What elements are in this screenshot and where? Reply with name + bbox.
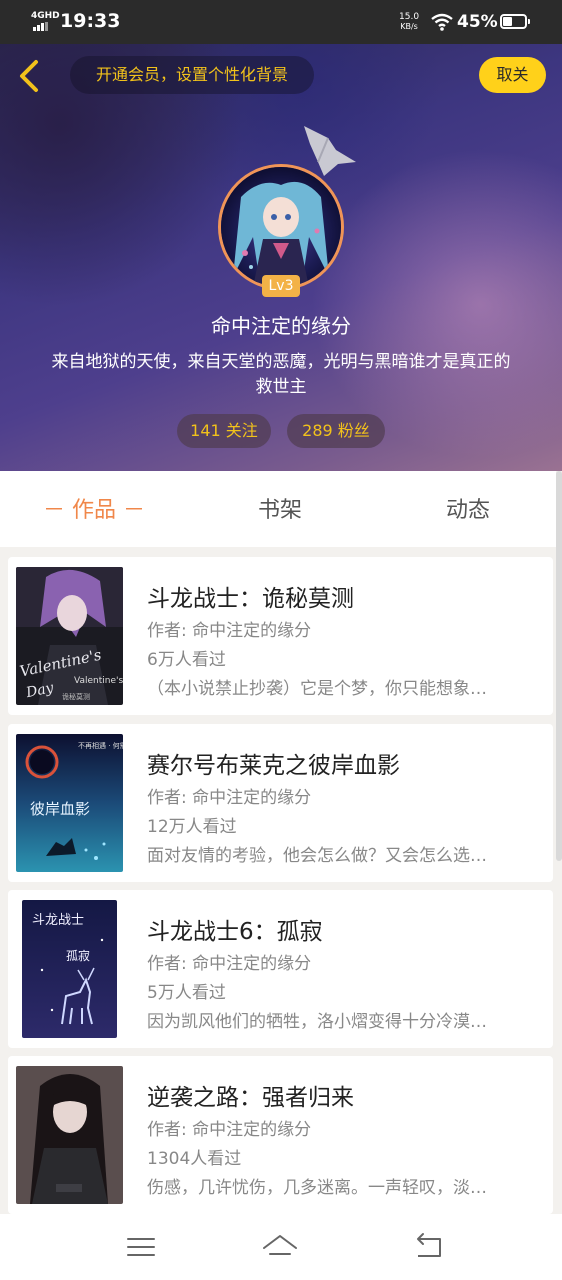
book-views: 6万人看过 [147,650,226,670]
book-title[interactable]: 斗龙战士6：孤寂 [147,912,323,946]
clock: 19:33 [60,10,121,32]
book-card[interactable]: 逆袭之路：强者归来 作者: 命中注定的缘分 1304人看过 伤感，几许忧伤，几多… [8,1056,553,1214]
svg-text:彼岸血影: 彼岸血影 [30,800,90,818]
vip-background-prompt[interactable]: 开通会员，设置个性化背景 [70,56,314,94]
unfollow-button[interactable]: 取关 [479,57,546,93]
book-views: 12万人看过 [147,817,237,837]
chevron-left-icon[interactable] [12,58,48,94]
book-title[interactable]: 斗龙战士：诡秘莫测 [147,579,354,613]
network-type: 4GHD [31,11,60,21]
following-count-button[interactable]: 141 关注 [177,414,271,448]
tab-activity[interactable]: 动态 [408,471,528,547]
user-bio: 来自地狱的天使，来自天堂的恶魔，光明与黑暗谁才是真正的 救世主 [51,352,511,397]
tab-bookshelf[interactable]: 书架 [220,471,340,547]
battery-icon [500,14,530,29]
book-card[interactable]: Valentine's Day Valentine's Day 斗龙战士 诡秘莫… [8,557,553,715]
book-description: （本小说禁止抄袭）它是个梦，你只能想象… [147,679,487,699]
book-cover[interactable]: 彼岸血影 不再相遇 · 何需制表 [16,734,123,872]
scrollbar[interactable] [556,471,562,861]
back-icon[interactable] [410,1230,446,1264]
book-card[interactable]: 斗龙战士 孤寂 斗龙战士6：孤寂 作者: 命中注定的缘分 5万人看过 因为凯风他… [8,890,553,1048]
level-badge: Lv3 [262,275,300,297]
book-title[interactable]: 逆袭之路：强者归来 [147,1078,354,1112]
avatar[interactable] [218,164,344,290]
book-description: 因为凯风他们的牺牲，洛小熠变得十分冷漠… [147,1012,487,1032]
profile-header: 开通会员，设置个性化背景 取关 Lv3 命中注定的缘分 来自地狱的天使，来自天堂… [0,44,562,471]
home-icon[interactable] [262,1230,298,1264]
book-title[interactable]: 赛尔号布莱克之彼岸血影 [147,746,400,780]
book-views: 1304人看过 [147,1149,242,1169]
book-author: 作者: 命中注定的缘分 [147,954,312,974]
svg-text:Valentine's Day 斗龙战士: Valentine's Day 斗龙战士 [74,674,123,686]
wifi-icon [431,13,453,31]
book-description: 面对友情的考验，他会怎么做？又会怎么选… [147,846,487,866]
book-cover[interactable]: Valentine's Day Valentine's Day 斗龙战士 诡秘莫… [16,567,123,705]
fans-count-button[interactable]: 289 粉丝 [287,414,385,448]
book-cover[interactable] [16,1066,123,1204]
book-author: 作者: 命中注定的缘分 [147,788,312,808]
system-nav-bar [0,1214,562,1280]
battery-percent: 45% [457,12,498,32]
book-cover[interactable]: 斗龙战士 孤寂 [22,900,117,1038]
svg-text:斗龙战士: 斗龙战士 [32,913,84,928]
book-card[interactable]: 彼岸血影 不再相遇 · 何需制表 赛尔号布莱克之彼岸血影 作者: 命中注定的缘分… [8,724,553,882]
svg-text:孤寂: 孤寂 [66,948,90,963]
network-speed: 15.0 KB/s [399,12,420,31]
menu-icon[interactable] [123,1230,159,1264]
username: 命中注定的缘分 [211,314,351,338]
book-views: 5万人看过 [147,983,226,1003]
profile-tabs: － 作品 － 书架 动态 [0,471,556,547]
book-author: 作者: 命中注定的缘分 [147,621,312,641]
status-bar: 4GHD 19:33 15.0 KB/s 45% [0,0,562,44]
book-description: 伤感，几许忧伤，几多迷离。一声轻叹，淡… [147,1178,487,1198]
book-author: 作者: 命中注定的缘分 [147,1120,312,1140]
signal-icon [33,22,48,31]
svg-text:不再相遇 · 何需制表: 不再相遇 · 何需制表 [78,741,123,750]
tab-works[interactable]: － 作品 － [30,471,158,547]
svg-text:诡秘莫测: 诡秘莫测 [62,692,90,701]
